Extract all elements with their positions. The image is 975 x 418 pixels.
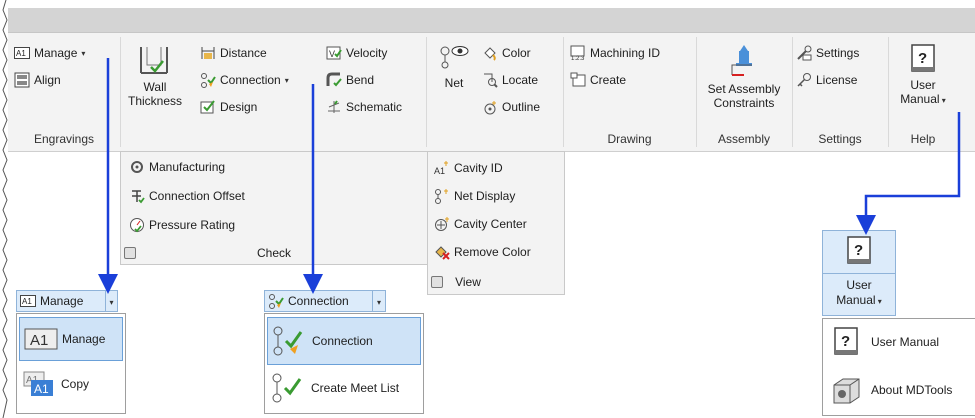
- callout-arrows: [98, 58, 961, 294]
